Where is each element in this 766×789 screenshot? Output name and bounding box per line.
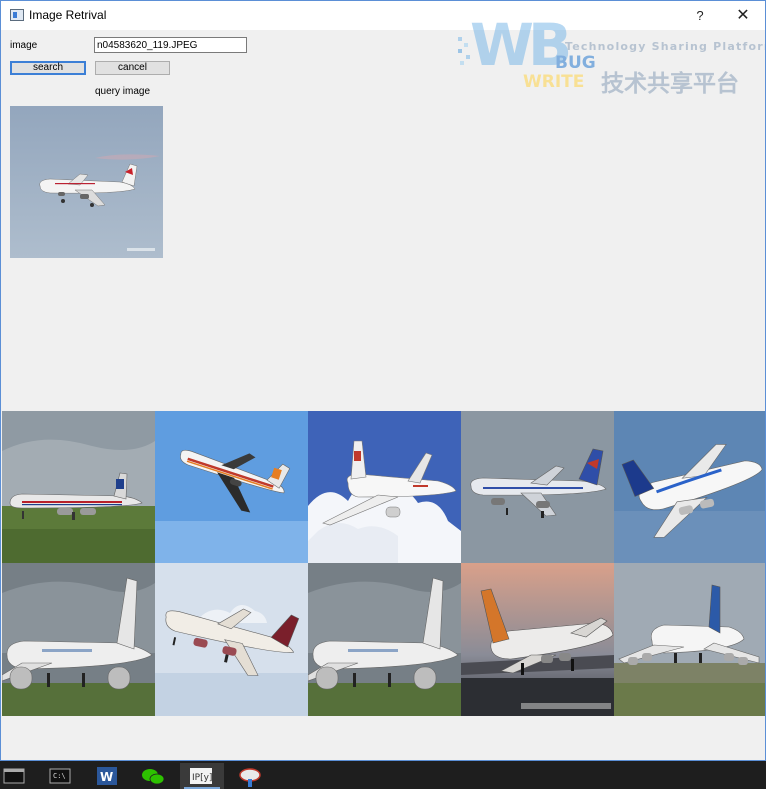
result-image-7 [155,563,308,716]
query-image-label: query image [95,86,151,97]
taskbar: C:\ W IP[y] [0,761,766,789]
svg-text:IP[y]: IP[y] [192,773,212,783]
image-field-label: image [10,40,38,51]
watermark-chinese-text: 技术共享平台 [601,71,739,97]
result-image-10 [614,563,765,716]
svg-text:C:\: C:\ [53,772,66,780]
query-image [10,106,163,258]
watermark-write-text: WRITE [523,72,585,92]
result-image-9 [461,563,614,716]
result-image-6 [2,563,155,716]
image-filename-input[interactable] [94,37,247,53]
watermark-logo: WB BUG WRITE Technology Sharing Platform… [456,9,765,99]
paint-icon[interactable] [230,763,274,789]
wechat-icon[interactable] [140,763,184,789]
image-retrieval-window: Image Retrival ? ✕ image search cancel q… [0,0,766,761]
svg-text:W: W [100,770,113,784]
result-image-4 [461,411,614,563]
app-window-icon [10,9,24,21]
word-icon[interactable]: W [95,763,139,789]
results-grid [2,411,765,716]
terminal-icon[interactable] [0,763,44,789]
watermark-bug-text: BUG [555,53,596,73]
result-image-5 [614,411,765,563]
console-icon[interactable]: C:\ [48,763,92,789]
watermark-tagline: Technology Sharing Platform [565,40,766,53]
window-title: Image Retrival [29,8,107,22]
result-image-2 [155,411,308,563]
result-image-1 [2,411,155,563]
result-image-3 [308,411,461,563]
search-button[interactable]: search [10,61,86,75]
result-image-8 [308,563,461,716]
cancel-button[interactable]: cancel [95,61,170,75]
watermark-wb-text: WB [470,11,572,79]
ipython-icon[interactable]: IP[y] [180,763,224,789]
